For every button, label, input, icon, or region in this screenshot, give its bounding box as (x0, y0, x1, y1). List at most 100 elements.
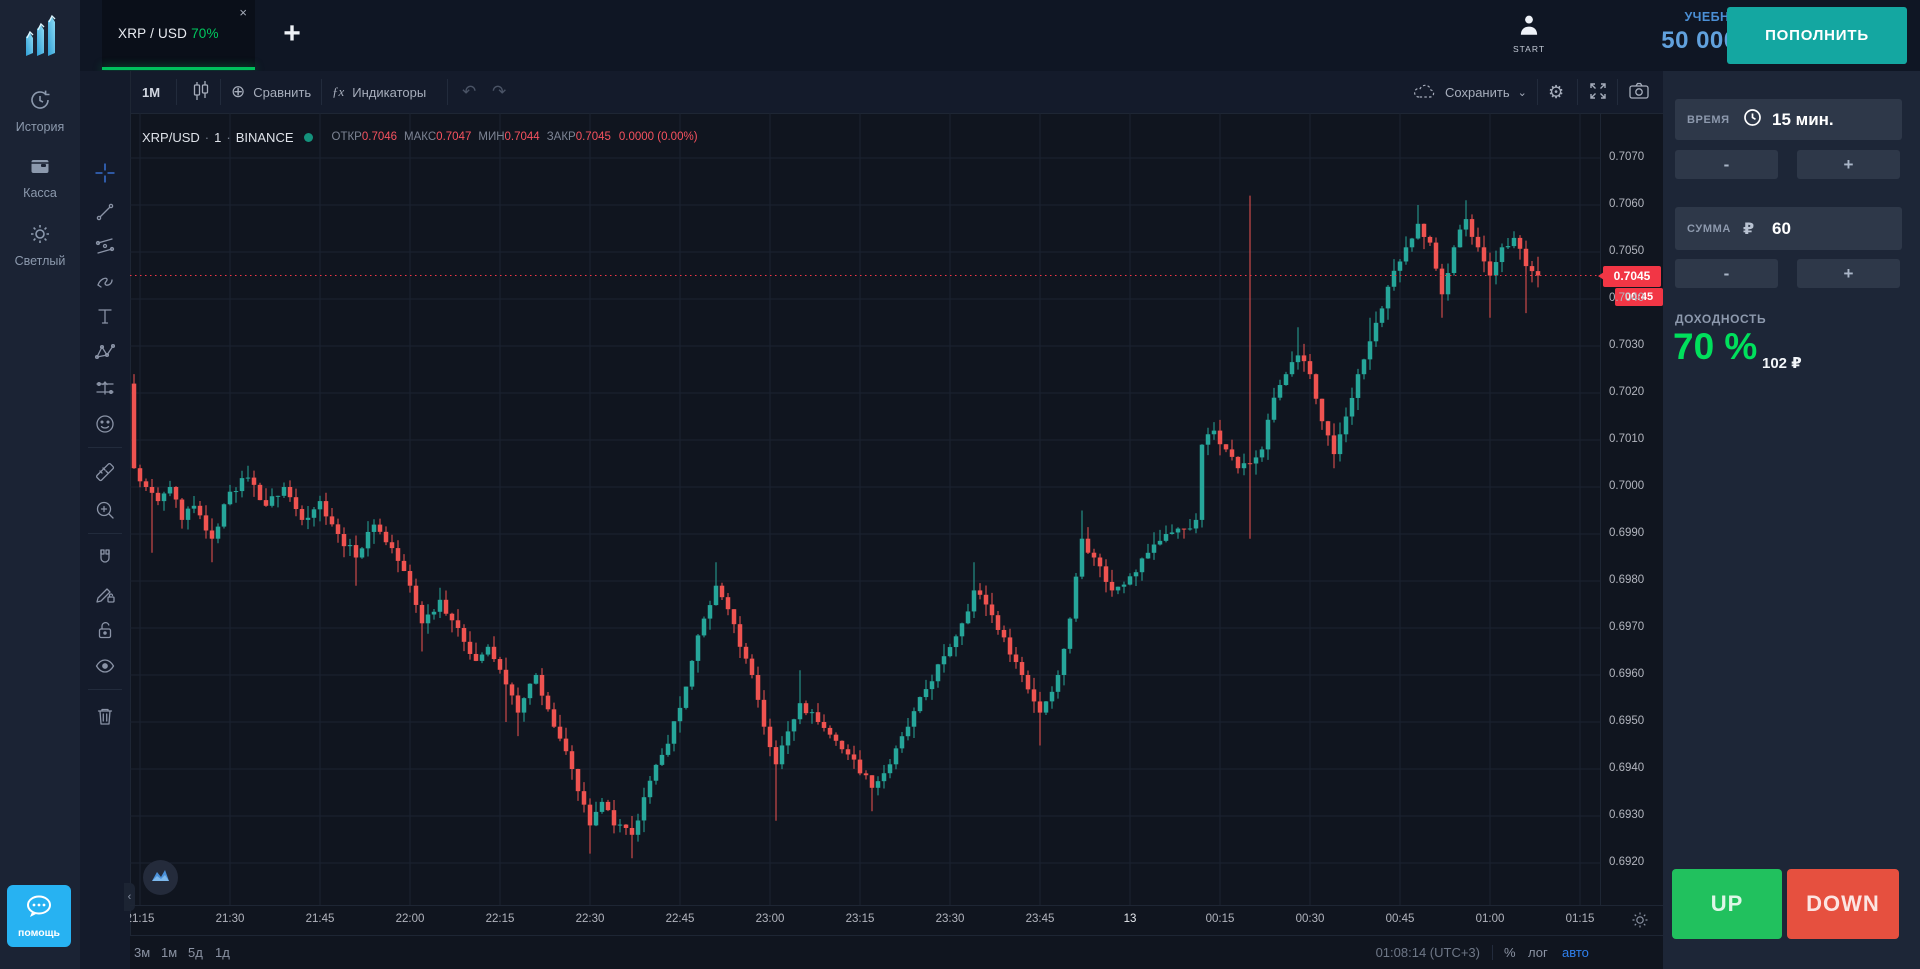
measure-tool[interactable] (89, 460, 121, 488)
price-tick-label: 0.6990 (1609, 527, 1644, 539)
trend-line-tool[interactable] (89, 200, 121, 228)
crosshair-tool[interactable] (89, 161, 121, 189)
session-sun-icon[interactable] (1631, 911, 1649, 934)
xabcd-pattern-icon (94, 341, 116, 368)
candle (1236, 456, 1241, 473)
lock-drawings-tool[interactable] (89, 618, 121, 646)
log-scale-button[interactable]: лог (1528, 945, 1548, 960)
undo-button[interactable]: ↶ (462, 71, 476, 113)
candle (990, 593, 995, 623)
candle (678, 696, 683, 732)
account-avatar[interactable]: START (1512, 12, 1546, 54)
up-button[interactable]: UP (1672, 869, 1782, 939)
save-layout-button[interactable]: Сохранить ⌄ (1412, 71, 1527, 113)
remove-drawings-tool[interactable] (89, 704, 121, 732)
candle (186, 506, 191, 529)
candle (1206, 428, 1211, 455)
pattern-tool[interactable] (89, 340, 121, 368)
brand-logo-icon[interactable] (17, 10, 63, 65)
cloud-icon (1412, 81, 1438, 104)
candle (414, 579, 419, 613)
candle (228, 485, 233, 505)
chart-image-icon (151, 867, 170, 888)
text-icon (94, 305, 116, 332)
toolbar-separator (176, 79, 177, 105)
legend-symbol[interactable]: XRP/USD (142, 130, 200, 145)
close-tab-icon[interactable]: × (239, 5, 247, 20)
candle (1326, 421, 1331, 446)
compare-button[interactable]: ⊕ Сравнить (231, 71, 311, 113)
stay-in-drawing-mode-tool[interactable] (89, 582, 121, 610)
chart-settings-button[interactable]: ⚙ (1548, 71, 1564, 113)
clock-utc[interactable]: 01:08:14 (UTC+3) (1320, 945, 1480, 960)
range-1m-button[interactable]: 1м (161, 945, 177, 960)
candle (648, 776, 653, 804)
candle (1494, 251, 1499, 285)
amount-field[interactable]: СУММА ₽ 60 (1675, 207, 1902, 250)
emoji-tool[interactable] (89, 412, 121, 440)
price-tick-label: 0.7050 (1609, 245, 1644, 257)
amount-value: 60 (1772, 219, 1791, 239)
candle (822, 714, 827, 731)
fullscreen-button[interactable] (1588, 71, 1608, 113)
candle (948, 644, 953, 658)
sidebar-item-theme[interactable]: Светлый (0, 222, 80, 268)
candle (318, 496, 323, 522)
time-plus-button[interactable]: + (1797, 150, 1900, 179)
text-tool[interactable] (89, 304, 121, 332)
price-axis[interactable]: 0.7045 00:45 0.70700.70600.70500.70400.7… (1600, 113, 1664, 905)
sun-icon (28, 233, 52, 250)
time-axis[interactable]: 21:1521:3021:4522:0022:1522:3022:4523:00… (130, 905, 1663, 936)
gann-fib-tool[interactable] (89, 234, 121, 262)
auto-scale-button[interactable]: авто (1562, 945, 1589, 960)
amount-minus-button[interactable]: - (1675, 259, 1778, 288)
candle (1356, 369, 1361, 410)
range-3m-button[interactable]: 3м (134, 945, 150, 960)
candlestick-chart[interactable] (130, 113, 1600, 905)
asset-payout: 70% (191, 26, 219, 41)
range-1d-button[interactable]: 1д (215, 945, 230, 960)
candle (1404, 236, 1409, 264)
candle (930, 675, 935, 700)
candle (540, 668, 545, 705)
percent-scale-button[interactable]: % (1504, 945, 1516, 960)
asset-tab[interactable]: XRP / USD70% × (102, 0, 255, 70)
indicators-button[interactable]: ƒx Индикаторы (332, 71, 426, 113)
add-asset-button[interactable]: + (270, 10, 314, 58)
grid-lines (130, 113, 1600, 905)
chart-toolbar: 1M ⊕ Сравнить ƒx Индикаторы ↶ ↷ (130, 71, 1663, 114)
expiry-time-field[interactable]: ВРЕМЯ 15 мин. (1675, 99, 1902, 140)
time-minus-button[interactable]: - (1675, 150, 1778, 179)
candle (654, 764, 659, 785)
candle (216, 523, 221, 543)
brush-tool[interactable] (89, 268, 121, 296)
help-button[interactable]: помощь (7, 885, 71, 947)
candle (972, 562, 977, 618)
amount-plus-button[interactable]: + (1797, 259, 1900, 288)
candle (450, 613, 455, 633)
candle (876, 776, 881, 795)
candle (234, 487, 239, 503)
active-tab-indicator (102, 67, 255, 70)
magnet-tool[interactable] (89, 546, 121, 574)
sidebar-item-history[interactable]: История (0, 88, 80, 134)
sidebar-item-cashier[interactable]: Касса (0, 154, 80, 200)
hide-drawings-tool[interactable] (89, 654, 121, 682)
zoom-in-tool[interactable] (89, 498, 121, 526)
screenshot-button[interactable] (1628, 71, 1650, 113)
redo-button[interactable]: ↷ (492, 71, 506, 113)
interval-button[interactable]: 1M (142, 71, 160, 113)
candle (528, 683, 533, 705)
chart-style-button[interactable] (190, 71, 212, 113)
candle (1062, 648, 1067, 685)
range-5d-button[interactable]: 5д (188, 945, 203, 960)
forecast-tool[interactable] (89, 376, 121, 404)
down-button[interactable]: DOWN (1787, 869, 1899, 939)
sidebar-item-label: Светлый (0, 254, 80, 268)
price-tick-label: 0.7030 (1609, 339, 1644, 351)
toolbar-separator (1617, 79, 1618, 105)
legend-interval: 1 (214, 130, 221, 145)
watermark-logo-button[interactable] (143, 860, 178, 895)
deposit-button[interactable]: ПОПОЛНИТЬ (1727, 7, 1907, 64)
candle (576, 769, 581, 801)
